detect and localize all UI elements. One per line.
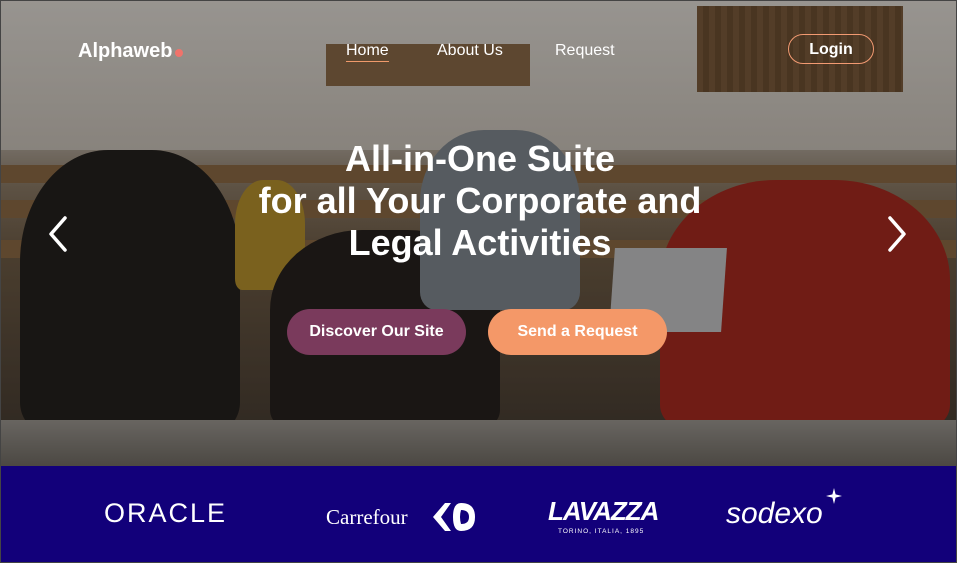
brand-logo[interactable]: Alphaweb (78, 40, 184, 63)
lavazza-tagline: TORINO, ITALIA, 1895 (558, 528, 645, 535)
oracle-logo: ORACLE (104, 498, 228, 528)
hero-headline-line: for all Your Corporate and (258, 180, 702, 221)
chevron-right-icon[interactable] (882, 214, 912, 254)
lavazza-logo: LAVAZZA (548, 496, 659, 526)
hero-headline-line: Legal Activities (348, 222, 612, 263)
hero-headline-line: All-in-One Suite (345, 138, 615, 179)
landing-page: Alphaweb Home About Us Request Login All… (0, 0, 957, 563)
nav-about-us[interactable]: About Us (437, 42, 503, 60)
sodexo-star-icon (826, 488, 842, 504)
sodexo-logo: sodexo (726, 497, 823, 530)
brand-name: Alphaweb (78, 40, 173, 62)
send-request-button[interactable]: Send a Request (488, 309, 667, 355)
discover-site-button[interactable]: Discover Our Site (287, 309, 466, 355)
brand-dot-icon (175, 49, 184, 57)
hero-headline: All-in-One Suite for all Your Corporate … (180, 138, 780, 264)
carrefour-emblem-icon (433, 503, 475, 531)
nav-home[interactable]: Home (346, 42, 389, 62)
nav-request[interactable]: Request (555, 42, 615, 60)
chevron-left-icon[interactable] (45, 214, 75, 254)
carrefour-wordmark: Carrefour (326, 505, 408, 529)
carrefour-logo: Carrefour (326, 505, 408, 530)
login-button[interactable]: Login (788, 34, 874, 64)
